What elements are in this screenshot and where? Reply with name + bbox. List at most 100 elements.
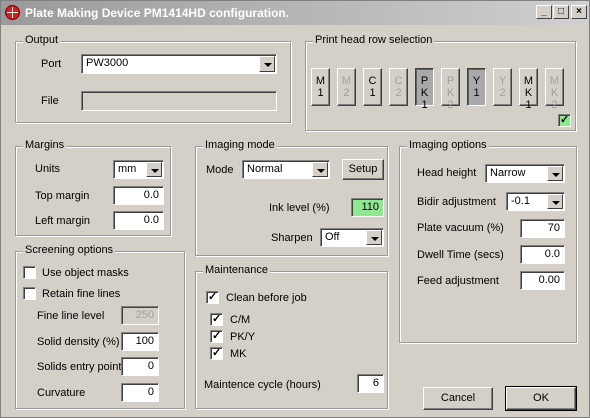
plate-vacuum-input[interactable]: 70 bbox=[520, 219, 565, 238]
top-margin-label: Top margin bbox=[35, 190, 90, 202]
printhead-row-button[interactable]: MK1 bbox=[519, 68, 538, 111]
app-crosshair-icon bbox=[5, 5, 20, 20]
clean-before-job-checkbox[interactable] bbox=[206, 290, 219, 304]
maintenance-cycle-label: Maintence cycle (hours) bbox=[204, 379, 321, 391]
pky-checkbox[interactable] bbox=[210, 329, 223, 343]
printhead-row-button-char: 2 bbox=[447, 99, 454, 111]
maintenance-legend: Maintenance bbox=[203, 264, 270, 276]
ok-button[interactable]: OK bbox=[505, 386, 577, 411]
port-dropdown-arrow-icon[interactable] bbox=[259, 56, 275, 72]
printhead-group: Print head row selection M1M2C1C2PK1PK2Y… bbox=[305, 34, 576, 131]
printhead-row-button-char: K bbox=[524, 87, 533, 99]
printhead-row-button-char: 2 bbox=[551, 99, 558, 111]
fine-line-level-input[interactable]: 250 bbox=[121, 306, 159, 325]
retain-fine-lines-checkbox[interactable] bbox=[23, 287, 36, 300]
printhead-row-button[interactable]: M1 bbox=[311, 68, 330, 106]
units-select[interactable]: mm bbox=[113, 160, 164, 179]
printhead-row-button-char: C bbox=[368, 75, 377, 87]
printhead-row-button-char: K bbox=[420, 87, 429, 99]
printhead-row-button[interactable]: PK2 bbox=[441, 68, 460, 111]
retain-fine-lines-label: Retain fine lines bbox=[42, 288, 121, 300]
mode-select[interactable]: Normal bbox=[242, 160, 330, 179]
port-select[interactable]: PW3000 bbox=[81, 54, 277, 74]
bidir-dropdown-arrow-icon[interactable] bbox=[547, 194, 563, 209]
printhead-row-button-char: M bbox=[315, 75, 326, 87]
screening-group: Screening options Use object masks Retai… bbox=[15, 244, 185, 409]
head-height-dropdown-arrow-icon[interactable] bbox=[547, 166, 563, 181]
pky-label: PK/Y bbox=[230, 331, 256, 343]
ink-level-input[interactable]: 110 bbox=[351, 198, 384, 217]
printhead-row-button-char: 2 bbox=[395, 87, 402, 99]
port-label: Port bbox=[41, 58, 62, 70]
units-value: mm bbox=[118, 163, 137, 175]
maximize-button[interactable]: □ bbox=[553, 5, 569, 19]
printhead-row-button-char: P bbox=[446, 75, 455, 87]
mode-dropdown-arrow-icon[interactable] bbox=[312, 162, 328, 177]
printhead-row-button-char: Y bbox=[472, 75, 481, 87]
cancel-button[interactable]: Cancel bbox=[423, 387, 493, 410]
mode-label: Mode bbox=[206, 164, 234, 176]
top-margin-input[interactable]: 0.0 bbox=[113, 186, 164, 205]
printhead-row-button-char: C bbox=[394, 75, 403, 87]
imaging-options-legend: Imaging options bbox=[407, 139, 489, 151]
printhead-row-button[interactable]: PK1 bbox=[415, 68, 434, 111]
printhead-row-button[interactable]: MK2 bbox=[545, 68, 564, 111]
printhead-row-button[interactable]: C1 bbox=[363, 68, 382, 106]
config-window: Plate Making Device PM1414HD configurati… bbox=[0, 0, 590, 418]
minimize-button[interactable]: _ bbox=[536, 5, 552, 19]
printhead-row-button[interactable]: Y2 bbox=[493, 68, 512, 106]
output-legend: Output bbox=[23, 34, 61, 46]
printhead-row-button[interactable]: M2 bbox=[337, 68, 356, 106]
solids-entry-label: Solids entry point bbox=[37, 361, 122, 373]
units-dropdown-arrow-icon[interactable] bbox=[146, 162, 162, 177]
mk-label: MK bbox=[230, 348, 247, 360]
cm-checkbox[interactable] bbox=[210, 312, 223, 326]
plate-vacuum-label: Plate vacuum (%) bbox=[417, 222, 504, 234]
cm-label: C/M bbox=[230, 314, 251, 326]
imaging-mode-legend: Imaging mode bbox=[203, 139, 277, 151]
feed-adjustment-input[interactable]: 0.00 bbox=[520, 271, 565, 290]
head-height-select[interactable]: Narrow bbox=[485, 164, 565, 183]
printhead-enable-checkbox[interactable] bbox=[558, 113, 571, 127]
solid-density-label: Solid density (%) bbox=[37, 336, 120, 348]
printhead-row-button[interactable]: Y1 bbox=[467, 68, 486, 106]
mk-checkbox[interactable] bbox=[210, 346, 223, 360]
printhead-row-button-char: 1 bbox=[421, 99, 428, 111]
printhead-row-button-char: 2 bbox=[343, 87, 350, 99]
head-height-label: Head height bbox=[417, 167, 477, 179]
ink-level-label: Ink level (%) bbox=[269, 202, 330, 214]
sharpen-dropdown-arrow-icon[interactable] bbox=[366, 230, 382, 245]
solids-entry-input[interactable]: 0 bbox=[121, 357, 159, 376]
left-margin-input[interactable]: 0.0 bbox=[113, 211, 164, 230]
printhead-row-button-char: 1 bbox=[473, 87, 480, 99]
fine-line-level-label: Fine line level bbox=[37, 310, 105, 322]
bidir-select[interactable]: -0.1 bbox=[506, 192, 565, 211]
printhead-row-button-char: M bbox=[549, 75, 560, 87]
maintenance-cycle-input[interactable]: 6 bbox=[357, 374, 384, 393]
setup-button[interactable]: Setup bbox=[342, 159, 384, 180]
solid-density-input[interactable]: 100 bbox=[121, 332, 159, 351]
printhead-row-button-char: 1 bbox=[317, 87, 324, 99]
dwell-time-input[interactable]: 0.0 bbox=[520, 245, 565, 264]
printhead-row-button-char: K bbox=[446, 87, 455, 99]
printhead-row-button[interactable]: C2 bbox=[389, 68, 408, 106]
use-object-masks-label: Use object masks bbox=[42, 267, 129, 279]
file-label: File bbox=[41, 95, 59, 107]
close-button[interactable]: × bbox=[571, 5, 587, 19]
output-group: Output Port PW3000 File bbox=[15, 34, 291, 123]
window-title: Plate Making Device PM1414HD configurati… bbox=[25, 6, 290, 20]
curvature-label: Curvature bbox=[37, 387, 86, 399]
bidir-value: -0.1 bbox=[511, 195, 530, 207]
curvature-input[interactable]: 0 bbox=[121, 383, 159, 402]
use-object-masks-checkbox[interactable] bbox=[23, 266, 36, 279]
screening-legend: Screening options bbox=[23, 244, 116, 256]
printhead-row-button-char: K bbox=[550, 87, 559, 99]
printhead-row-button-char: 1 bbox=[525, 99, 532, 111]
sharpen-select[interactable]: Off bbox=[320, 228, 384, 247]
file-field[interactable] bbox=[81, 91, 277, 111]
bidir-label: Bidir adjustment bbox=[417, 196, 496, 208]
head-height-value: Narrow bbox=[490, 167, 526, 179]
sharpen-label: Sharpen bbox=[271, 232, 313, 244]
printhead-legend: Print head row selection bbox=[313, 34, 435, 46]
margins-group: Margins Units mm Top margin 0.0 Left mar… bbox=[15, 139, 171, 236]
